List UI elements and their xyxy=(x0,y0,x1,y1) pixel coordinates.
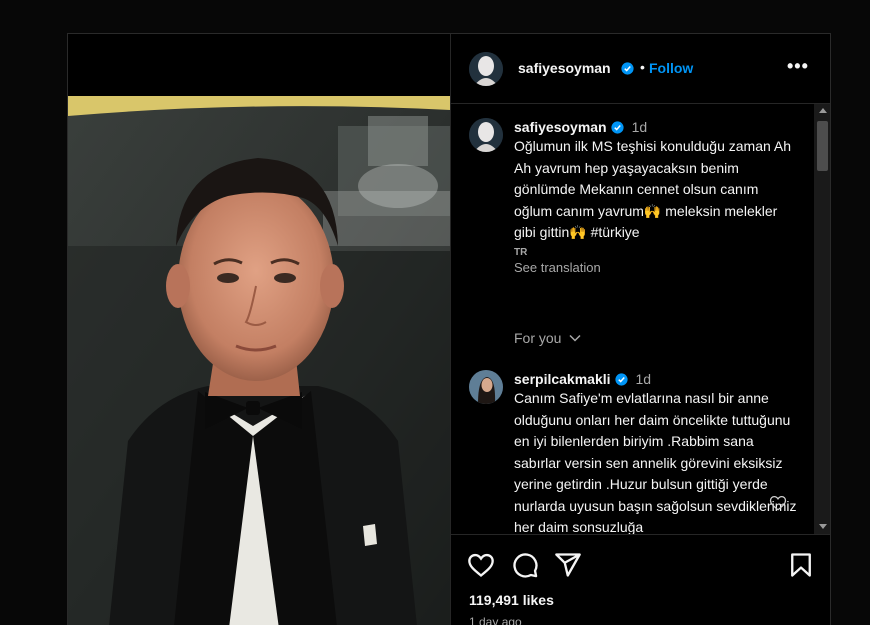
chevron-down-icon xyxy=(569,334,581,342)
verified-badge-icon xyxy=(621,62,634,75)
see-translation-link[interactable]: See translation xyxy=(514,260,799,275)
scroll-thumb[interactable] xyxy=(817,121,828,171)
caption-body: safiyesoyman 1d Oğlumun ilk MS teşhisi ko… xyxy=(514,118,799,275)
for-you-label: For you xyxy=(514,330,562,346)
post-media[interactable] xyxy=(68,34,450,625)
post-header: safiyesoyman • Follow ••• xyxy=(451,34,830,104)
commenter-avatar[interactable] xyxy=(469,370,503,404)
instagram-post-modal: safiyesoyman • Follow ••• safiyesoyman 1… xyxy=(67,33,831,625)
scroll-down-arrow-icon[interactable] xyxy=(819,524,827,529)
caption-head: safiyesoyman 1d xyxy=(514,118,799,136)
caption-time[interactable]: 1d xyxy=(632,119,648,135)
comment-like-heart-icon[interactable] xyxy=(769,494,787,512)
scroll-up-arrow-icon[interactable] xyxy=(819,108,827,113)
verified-badge-icon xyxy=(611,121,624,134)
follow-button[interactable]: Follow xyxy=(649,60,693,76)
comment-time[interactable]: 1d xyxy=(636,371,652,387)
caption-avatar[interactable] xyxy=(469,118,503,152)
avatar-image xyxy=(469,370,503,404)
post-side-panel: safiyesoyman • Follow ••• safiyesoyman 1… xyxy=(450,34,830,625)
share-icon[interactable] xyxy=(554,551,582,579)
for-you-toggle[interactable]: For you xyxy=(514,330,581,346)
comment-text: Canım Safiye'm evlatlarına nasıl bir ann… xyxy=(514,390,797,534)
verified-badge-icon xyxy=(614,373,628,386)
language-label: TR xyxy=(514,246,528,258)
comment-head: serpilcakmakli 1d xyxy=(514,370,799,388)
comments-list[interactable]: safiyesoyman 1d Oğlumun ilk MS teşhisi ko… xyxy=(451,104,830,534)
bookmark-icon[interactable] xyxy=(787,551,815,579)
comment-icon[interactable] xyxy=(511,551,539,579)
comments-scrollbar[interactable] xyxy=(814,104,830,534)
post-actions-bar: 119,491 likes 1 day ago xyxy=(451,534,830,625)
commenter-username[interactable]: serpilcakmakli xyxy=(514,371,611,387)
caption-username[interactable]: safiyesoyman xyxy=(514,119,607,135)
avatar-image xyxy=(469,118,503,152)
author-avatar[interactable] xyxy=(469,52,503,86)
header-separator: • xyxy=(640,59,645,75)
avatar-image xyxy=(469,52,503,86)
caption-text: Oğlumun ilk MS teşhisi konulduğu zaman A… xyxy=(514,138,792,240)
comment-body: serpilcakmakli 1d Canım Safiye'm evlatlar… xyxy=(514,370,799,534)
heart-icon[interactable] xyxy=(467,551,495,579)
more-options-button[interactable]: ••• xyxy=(787,56,809,77)
author-username[interactable]: safiyesoyman xyxy=(518,60,611,76)
likes-count[interactable]: 119,491 likes xyxy=(469,592,554,608)
post-photo xyxy=(68,96,450,625)
